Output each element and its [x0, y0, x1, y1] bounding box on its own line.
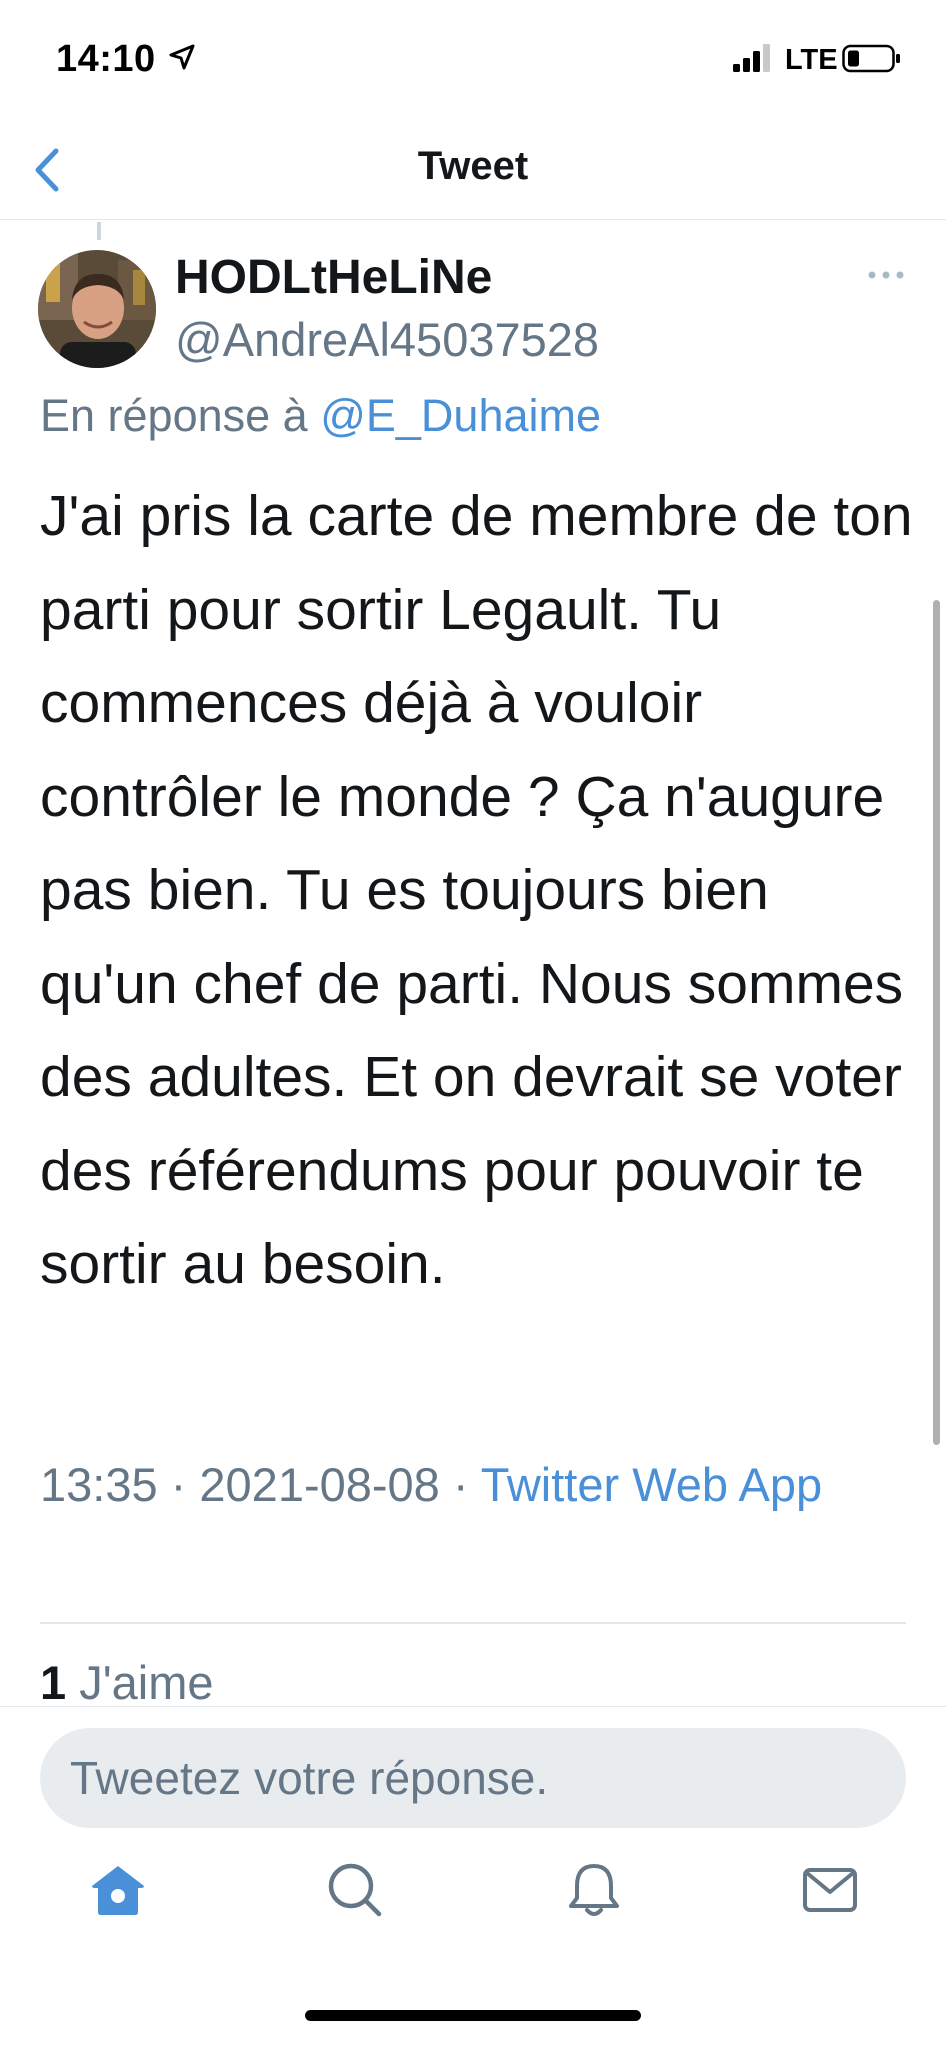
- likes-label: J'aime: [66, 1656, 214, 1709]
- tweet-text: J'ai pris la carte de membre de ton part…: [40, 484, 913, 1296]
- home-icon[interactable]: [88, 1860, 148, 1920]
- avatar[interactable]: [38, 250, 156, 368]
- user-handle[interactable]: @AndreAl45037528: [175, 312, 599, 367]
- more-options-icon[interactable]: [866, 263, 906, 287]
- meta-separator: ·: [439, 1458, 481, 1511]
- status-bar: 14:10 LTE: [0, 0, 946, 120]
- search-icon[interactable]: [325, 1860, 385, 1920]
- meta-separator: ·: [157, 1458, 200, 1511]
- tweet-date: 2021-08-08: [199, 1458, 440, 1511]
- avatar-image: [38, 250, 156, 368]
- location-arrow-icon: [169, 44, 195, 70]
- battery-icon: [842, 44, 900, 73]
- divider: [40, 1622, 906, 1624]
- reply-context: En réponse à @E_Duhaime: [40, 390, 601, 442]
- likes-count: 1: [40, 1656, 67, 1709]
- home-indicator[interactable]: [305, 2010, 641, 2021]
- scrollbar[interactable]: [933, 600, 940, 1445]
- display-name[interactable]: HODLtHeLiNe: [175, 250, 492, 305]
- tweet-time: 13:35: [40, 1458, 158, 1511]
- reply-mention-link[interactable]: @E_Duhaime: [320, 390, 601, 441]
- network-type: LTE: [785, 44, 838, 76]
- likes-stat[interactable]: 1 J'aime: [40, 1655, 214, 1710]
- tab-bar: [0, 1860, 946, 1960]
- signal-icon: [733, 44, 770, 72]
- reply-input[interactable]: [40, 1728, 906, 1828]
- tweet-metadata: 13:35 · 2021-08-08 · Twitter Web App: [40, 1452, 920, 1518]
- tweet-source-link[interactable]: Twitter Web App: [481, 1458, 822, 1511]
- bell-icon[interactable]: [564, 1860, 624, 1920]
- status-time: 14:10: [56, 38, 156, 80]
- nav-bar: Tweet: [0, 120, 946, 220]
- thread-connector: [97, 222, 101, 240]
- mail-icon[interactable]: [800, 1860, 860, 1920]
- page-title: Tweet: [417, 144, 529, 188]
- reply-prefix: En réponse à: [40, 390, 321, 441]
